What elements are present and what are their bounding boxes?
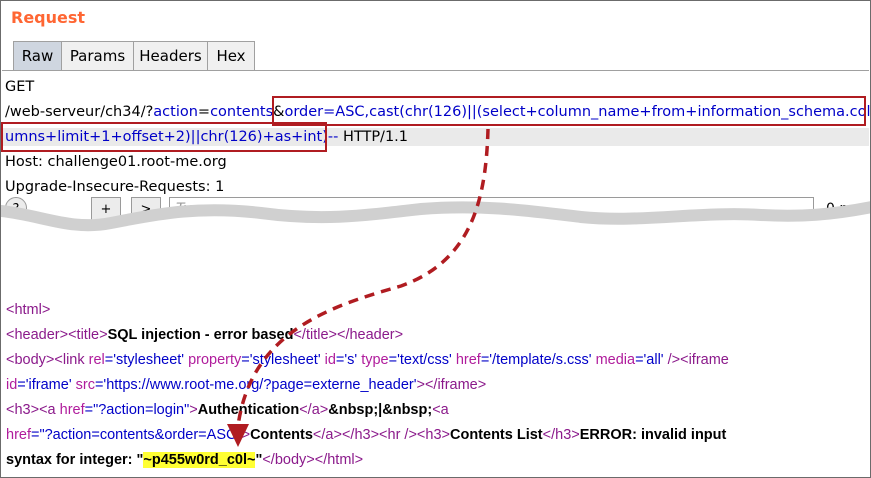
burp-request-response-composite: Request Raw Params Headers Hex GET /web-…: [0, 0, 871, 478]
payload-to-result-arrow: [227, 128, 490, 447]
